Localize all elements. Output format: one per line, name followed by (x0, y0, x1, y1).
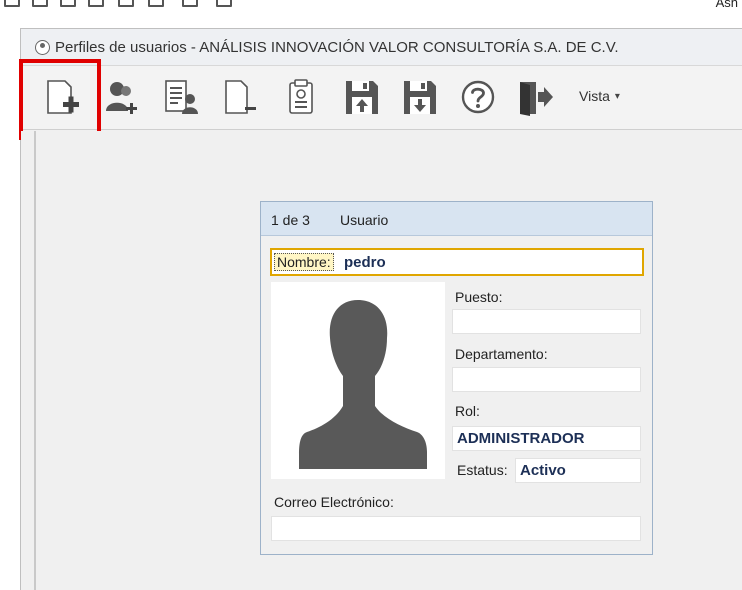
puesto-field[interactable] (452, 309, 641, 334)
clipped-icon (88, 0, 104, 7)
departamento-field[interactable] (452, 367, 641, 392)
content-area: 1 de 3 Usuario Nombre: pedro Puesto: Dep… (21, 131, 742, 590)
clipped-text: Asn (715, 0, 738, 10)
clipboard-button[interactable] (283, 78, 321, 118)
estatus-field[interactable]: Activo (515, 458, 641, 483)
toolbar: Vista ▾ (21, 66, 742, 130)
name-label: Nombre: (274, 253, 334, 271)
puesto-label: Puesto: (455, 289, 503, 305)
save-upload-icon (346, 81, 378, 114)
name-field[interactable]: Nombre: pedro (270, 248, 644, 276)
clipped-icon (148, 0, 164, 7)
card-header: 1 de 3 Usuario (261, 202, 652, 236)
clipped-icon (182, 0, 198, 7)
name-value: pedro (344, 254, 386, 271)
chevron-down-icon: ▾ (614, 90, 620, 102)
background-window-strip: Asn (0, 0, 742, 28)
add-user-button[interactable] (103, 78, 141, 118)
exit-icon (520, 82, 553, 116)
correo-label: Correo Electrónico: (274, 494, 394, 510)
user-silhouette-icon (299, 300, 427, 469)
profiles-window: Perfiles de usuarios - ANÁLISIS INNOVACI… (19, 28, 742, 590)
vista-label: Vista (579, 88, 610, 104)
remove-document-button[interactable] (221, 78, 259, 118)
clipped-icon (32, 0, 48, 7)
remove-document-icon (225, 80, 256, 114)
estatus-label: Estatus: (457, 462, 508, 478)
clipped-icon (60, 0, 76, 7)
departamento-label: Departamento: (455, 346, 548, 362)
add-user-icon (106, 82, 137, 114)
clipped-icon (118, 0, 134, 7)
user-card: 1 de 3 Usuario Nombre: pedro Puesto: Dep… (260, 201, 653, 555)
help-icon (461, 80, 495, 114)
clipboard-icon (289, 79, 313, 114)
save-download-icon (404, 81, 436, 114)
title-bar: Perfiles de usuarios - ANÁLISIS INNOVACI… (21, 29, 742, 66)
new-document-button[interactable] (43, 78, 81, 118)
app-user-icon (35, 40, 50, 55)
panel-divider (34, 131, 36, 590)
record-counter: 1 de 3 (271, 212, 310, 228)
rol-field[interactable]: ADMINISTRADOR (452, 426, 641, 451)
clipped-icon (216, 0, 232, 7)
correo-field[interactable] (271, 516, 641, 541)
user-photo[interactable] (271, 282, 445, 479)
new-document-icon (47, 80, 79, 114)
user-list-button[interactable] (163, 78, 201, 118)
card-caption: Usuario (340, 212, 389, 228)
vista-menu[interactable]: Vista ▾ (579, 88, 620, 104)
exit-button[interactable] (517, 78, 555, 118)
save-download-button[interactable] (401, 78, 439, 118)
user-list-icon (165, 80, 198, 114)
help-button[interactable] (459, 78, 497, 118)
rol-label: Rol: (455, 403, 480, 419)
clipped-icon (4, 0, 20, 7)
save-upload-button[interactable] (343, 78, 381, 118)
window-title: Perfiles de usuarios - ANÁLISIS INNOVACI… (55, 39, 619, 56)
